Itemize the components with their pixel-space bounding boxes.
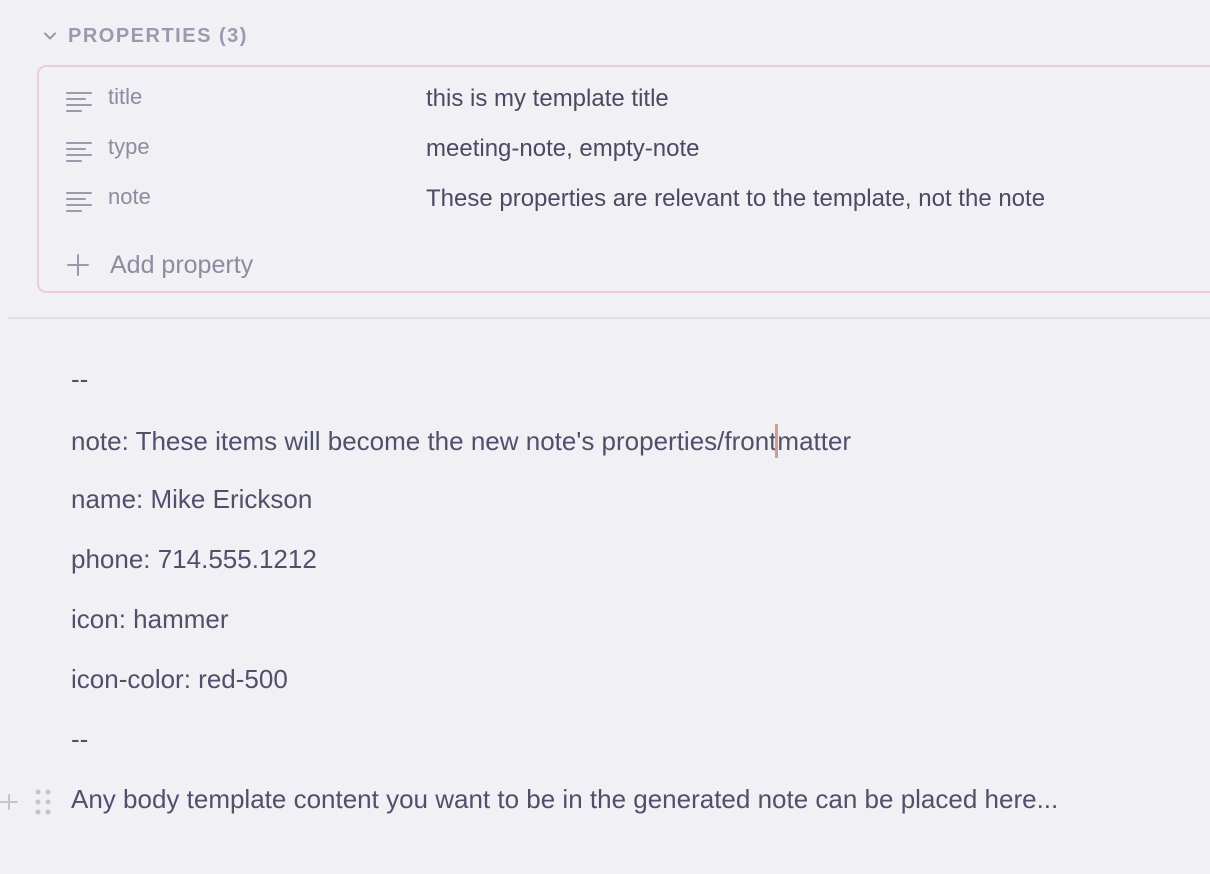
divider bbox=[8, 317, 1210, 319]
property-key[interactable]: title bbox=[108, 84, 142, 110]
body-line[interactable]: name: Mike Erickson bbox=[71, 484, 312, 515]
properties-panel: title this is my template title type mee… bbox=[37, 65, 1210, 293]
body-line[interactable]: icon: hammer bbox=[71, 604, 229, 635]
properties-title: PROPERTIES (3) bbox=[68, 24, 248, 47]
body-text-before-caret: note: These items will become the new no… bbox=[71, 426, 777, 456]
body-line-with-caret[interactable]: note: These items will become the new no… bbox=[71, 424, 851, 458]
body-line[interactable]: -- bbox=[71, 724, 88, 755]
text-lines-icon[interactable] bbox=[65, 191, 93, 213]
body-text-after-caret: matter bbox=[777, 426, 852, 456]
chevron-down-icon bbox=[40, 26, 60, 46]
properties-toggle[interactable]: PROPERTIES (3) bbox=[40, 22, 248, 50]
property-value[interactable]: These properties are relevant to the tem… bbox=[426, 185, 1045, 213]
property-value[interactable]: meeting-note, empty-note bbox=[426, 135, 699, 163]
editor-pane: PROPERTIES (3) title this is my template… bbox=[0, 0, 1210, 874]
property-key[interactable]: note bbox=[108, 184, 151, 210]
add-property-button[interactable]: Add property bbox=[66, 247, 253, 283]
body-line[interactable]: Any body template content you want to be… bbox=[71, 784, 1058, 815]
property-row-note[interactable]: note These properties are relevant to th… bbox=[39, 179, 1210, 219]
text-lines-icon[interactable] bbox=[65, 91, 93, 113]
plus-icon bbox=[66, 253, 90, 277]
add-block-icon[interactable] bbox=[0, 790, 18, 814]
body-line[interactable]: phone: 714.555.1212 bbox=[71, 544, 317, 575]
property-key[interactable]: type bbox=[108, 134, 150, 160]
body-line[interactable]: -- bbox=[71, 364, 88, 395]
property-row-type[interactable]: type meeting-note, empty-note bbox=[39, 129, 1210, 169]
text-lines-icon[interactable] bbox=[65, 141, 93, 163]
property-row-title[interactable]: title this is my template title bbox=[39, 79, 1210, 119]
property-value[interactable]: this is my template title bbox=[426, 85, 669, 113]
drag-handle-icon[interactable] bbox=[33, 787, 53, 817]
body-line[interactable]: icon-color: red-500 bbox=[71, 664, 288, 695]
add-property-label: Add property bbox=[110, 250, 254, 279]
